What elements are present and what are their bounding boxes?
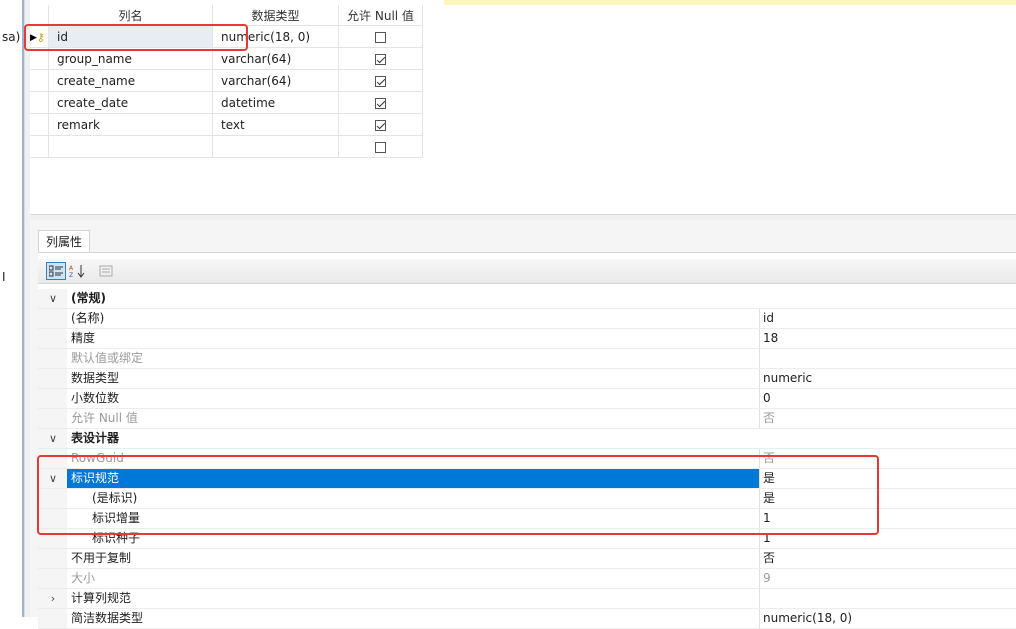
allow-null-header[interactable]: 允许 Null 值: [338, 5, 423, 26]
categorized-icon[interactable]: [46, 262, 66, 280]
property-name: 数据类型: [71, 371, 120, 385]
sort-az-icon[interactable]: AZ: [68, 262, 88, 280]
column-divider[interactable]: [759, 409, 760, 428]
allow-null-cell: [338, 135, 423, 158]
row-selector-header: [30, 5, 49, 26]
column-divider[interactable]: [759, 549, 760, 568]
svg-text:Z: Z: [69, 272, 73, 278]
property-row[interactable]: 默认值或绑定: [38, 349, 1016, 369]
property-value[interactable]: 18: [763, 329, 778, 348]
property-name: 不用于复制: [71, 551, 132, 565]
allow-null-checkbox[interactable]: [375, 53, 386, 65]
highlight-box-id-row: [24, 24, 248, 51]
tab-column-properties[interactable]: 列属性: [38, 230, 90, 253]
property-row[interactable]: 大小 9: [38, 569, 1016, 589]
allow-null-checkbox[interactable]: [375, 31, 386, 43]
properties-body: AZ ∨ (常规) (名称) id 精度 18 默认值或绑定 数据类型 numeric 小数位数 0…: [38, 252, 1016, 629]
allow-null-checkbox[interactable]: [375, 75, 386, 87]
property-category[interactable]: ∨ (常规): [38, 289, 1016, 309]
property-name: 简洁数据类型: [71, 611, 144, 625]
allow-null-cell: [338, 25, 423, 48]
property-value[interactable]: 0: [763, 389, 771, 408]
chevron-down-icon[interactable]: ∨: [46, 429, 60, 448]
column-row[interactable]: create_name varchar(64): [30, 69, 423, 92]
row-selector[interactable]: [30, 113, 49, 136]
allow-null-cell: [338, 47, 423, 70]
svg-text:A: A: [69, 265, 74, 272]
allow-null-checkbox[interactable]: [375, 97, 386, 109]
column-divider[interactable]: [759, 309, 760, 328]
property-row[interactable]: › 计算列规范: [38, 589, 1016, 609]
chevron-down-icon[interactable]: ∨: [46, 289, 60, 308]
property-pages-icon[interactable]: [96, 262, 116, 280]
property-value: 否: [763, 411, 776, 425]
connection-label[interactable]: sa): [2, 30, 20, 44]
chevron-right-icon[interactable]: ›: [46, 589, 60, 608]
property-value[interactable]: numeric(18, 0): [763, 609, 852, 628]
column-divider[interactable]: [759, 349, 760, 368]
data-type-cell[interactable]: [212, 135, 339, 158]
property-row[interactable]: 允许 Null 值 否: [38, 409, 1016, 429]
property-row[interactable]: 精度 18: [38, 329, 1016, 349]
column-divider[interactable]: [759, 589, 760, 608]
allow-null-checkbox[interactable]: [375, 119, 386, 131]
property-category[interactable]: ∨ 表设计器: [38, 429, 1016, 449]
property-row[interactable]: 数据类型 numeric: [38, 369, 1016, 389]
row-selector[interactable]: [30, 135, 49, 158]
column-divider[interactable]: [759, 389, 760, 408]
property-name: 表设计器: [71, 431, 120, 445]
property-name: 大小: [71, 571, 96, 585]
properties-toolbar: AZ: [38, 259, 1016, 284]
property-row[interactable]: 小数位数 0: [38, 389, 1016, 409]
property-value: 9: [763, 571, 771, 585]
data-type-header[interactable]: 数据类型: [212, 5, 339, 26]
property-value[interactable]: id: [763, 309, 774, 328]
column-row[interactable]: create_date datetime: [30, 91, 423, 114]
data-type-cell[interactable]: datetime: [212, 91, 339, 114]
allow-null-cell: [338, 91, 423, 114]
property-value[interactable]: numeric: [763, 369, 812, 388]
allow-null-cell: [338, 113, 423, 136]
property-name: 精度: [71, 331, 96, 345]
property-name: 计算列规范: [71, 591, 132, 605]
column-properties-panel: 列属性 AZ ∨ (常规) (名称) id 精度 18 默认值或绑定 数据类型 numeric 小…: [30, 220, 1016, 629]
row-selector[interactable]: [30, 69, 49, 92]
highlight-box-identity-spec: [37, 455, 879, 535]
property-value[interactable]: 否: [763, 549, 775, 568]
property-name: 小数位数: [71, 391, 120, 405]
property-row[interactable]: 简洁数据类型 numeric(18, 0): [38, 609, 1016, 629]
allow-null-cell: [338, 69, 423, 92]
property-name: (名称): [71, 311, 105, 325]
column-name-header[interactable]: 列名: [48, 5, 213, 26]
property-name: 允许 Null 值: [71, 411, 138, 425]
column-divider[interactable]: [759, 369, 760, 388]
column-divider[interactable]: [759, 329, 760, 348]
property-row[interactable]: 不用于复制 否: [38, 549, 1016, 569]
data-type-cell[interactable]: text: [212, 113, 339, 136]
column-name-cell[interactable]: [48, 135, 213, 158]
property-name: 默认值或绑定: [71, 351, 144, 365]
column-name-cell[interactable]: create_date: [48, 91, 213, 114]
column-divider[interactable]: [759, 609, 760, 628]
column-row[interactable]: [30, 135, 423, 158]
object-explorer-edge: sa) I: [0, 0, 22, 617]
text-cursor: I: [2, 270, 6, 284]
data-type-cell[interactable]: varchar(64): [212, 69, 339, 92]
allow-null-checkbox[interactable]: [375, 141, 386, 153]
column-divider[interactable]: [759, 569, 760, 588]
property-name: (常规): [71, 291, 106, 305]
row-selector[interactable]: [30, 91, 49, 114]
column-row[interactable]: remark text: [30, 113, 423, 136]
property-row[interactable]: (名称) id: [38, 309, 1016, 329]
column-name-cell[interactable]: create_name: [48, 69, 213, 92]
info-bar: [444, 0, 1016, 5]
column-name-cell[interactable]: remark: [48, 113, 213, 136]
